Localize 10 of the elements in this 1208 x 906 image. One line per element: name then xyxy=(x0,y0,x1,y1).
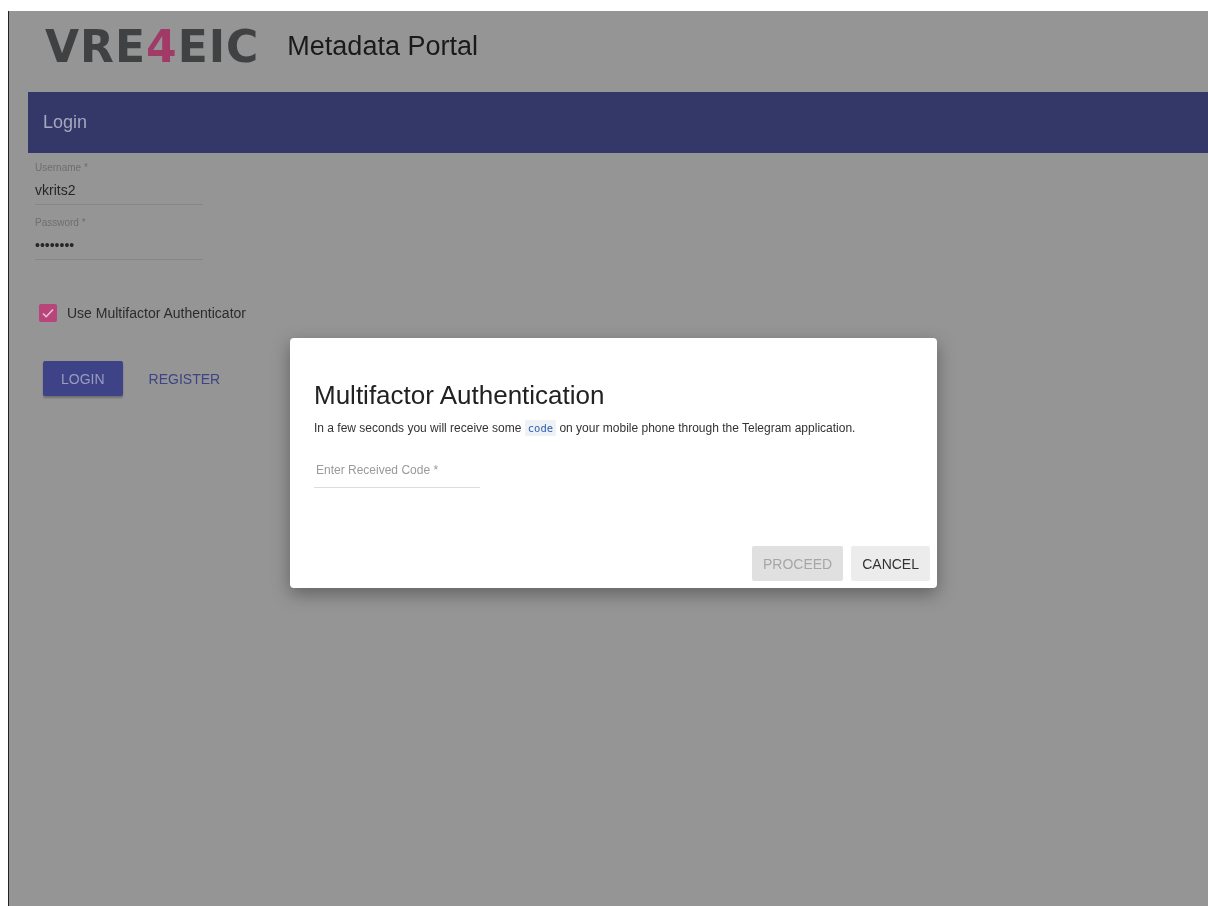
logo: VRE4EIC xyxy=(45,21,260,72)
dialog-description: In a few seconds you will receive some code on your mobile phone through the Telegram application. xyxy=(314,421,857,435)
dialog-button[interactable]: CANCEL xyxy=(851,546,930,581)
register-button[interactable]: REGISTER xyxy=(132,361,237,396)
login-title: Login xyxy=(43,112,88,133)
dialog-title: Multifactor Authentication xyxy=(314,380,606,411)
checkbox[interactable] xyxy=(39,304,57,322)
site-title: Metadata Portal xyxy=(287,31,478,62)
checkbox-label: Use Multifactor Authenticator xyxy=(67,305,246,321)
login-button[interactable]: LOGIN xyxy=(43,361,123,396)
